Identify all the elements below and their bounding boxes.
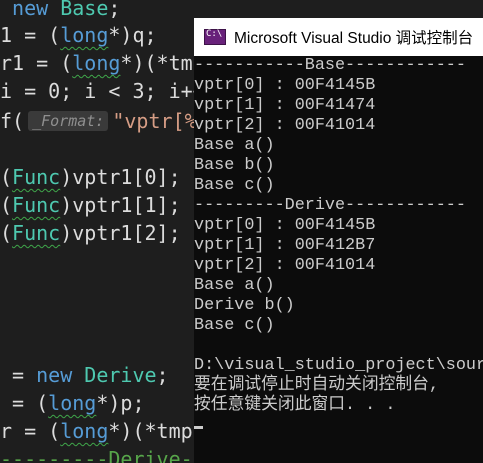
code-keyword: long xyxy=(48,391,97,415)
console-line-last: 按任意键关闭此窗口. . . xyxy=(194,396,483,416)
code-text: *)q; xyxy=(108,23,157,47)
code-text: r1 = ( xyxy=(0,51,73,75)
console-line: Base c() xyxy=(194,316,275,335)
console-output[interactable]: -----------Base------------ vptr[0] : 00… xyxy=(194,56,483,436)
console-line: vptr[1] : 00F412B7 xyxy=(194,236,376,255)
debug-console-window[interactable]: Microsoft Visual Studio 调试控制台 ----------… xyxy=(194,18,483,463)
console-line: vptr[0] : 00F4145B xyxy=(194,216,376,235)
parameter-hint: _Format: xyxy=(28,111,109,131)
console-line: vptr[2] : 00F41014 xyxy=(194,116,376,135)
text-cursor xyxy=(194,426,203,429)
code-text: f( xyxy=(0,109,25,133)
code-line-10: = (long*)p; xyxy=(0,390,145,416)
code-text: = ( xyxy=(0,391,49,415)
code-keyword: long xyxy=(60,419,109,443)
code-keyword: new xyxy=(36,363,73,387)
console-titlebar[interactable]: Microsoft Visual Studio 调试控制台 xyxy=(194,18,483,56)
code-line-5: f(_Format: "vptr[%d xyxy=(0,108,209,134)
console-line: Base c() xyxy=(194,176,275,195)
code-line-1: new Base; xyxy=(0,0,120,21)
code-keyword: long xyxy=(72,51,121,75)
code-line-2: 1 = (long*)q; xyxy=(0,22,157,48)
code-text: ; xyxy=(108,0,121,20)
console-title: Microsoft Visual Studio 调试控制台 xyxy=(234,30,474,47)
code-text: vptr1[1]; xyxy=(72,193,181,217)
console-line: vptr[0] : 00F4145B xyxy=(194,76,376,95)
code-line-12: ---------Derive--- xyxy=(0,446,217,463)
console-line: ---------Derive------------ xyxy=(194,196,466,215)
code-line-7: (Func)vptr1[1]; xyxy=(0,193,181,217)
code-text: vptr1[2]; xyxy=(72,221,181,245)
code-text: *)(*tmp xyxy=(120,51,205,75)
console-line: Base a() xyxy=(194,136,275,155)
code-text: i = 0; i < 3; i++ xyxy=(0,79,205,103)
code-text: *)(*tmp) xyxy=(108,419,205,443)
console-line: vptr[1] : 00F41474 xyxy=(194,96,376,115)
console-app-icon xyxy=(204,29,226,45)
console-line: vptr[2] : 00F41014 xyxy=(194,256,376,275)
code-type: Derive xyxy=(84,363,157,387)
code-type: Func xyxy=(12,193,61,217)
code-text: vptr1[0]; xyxy=(72,165,181,189)
code-line-6: (Func)vptr1[0]; xyxy=(0,165,181,189)
code-keyword: new xyxy=(12,0,49,20)
code-type: Func xyxy=(12,221,61,245)
code-text: 1 = ( xyxy=(0,23,61,47)
code-text: = xyxy=(0,363,37,387)
console-line: Base a() xyxy=(194,276,275,295)
code-line-3: r1 = (long*)(*tmp xyxy=(0,50,205,76)
console-line: 按任意键关闭此窗口. . . xyxy=(194,396,396,415)
console-line: 要在调试停止时自动关闭控制台, xyxy=(194,376,440,395)
console-line: Derive b() xyxy=(194,296,295,315)
code-line-8: (Func)vptr1[2]; xyxy=(0,221,181,245)
code-comment: ---------Derive--- xyxy=(0,447,217,463)
code-line-11: r = (long*)(*tmp) xyxy=(0,418,205,444)
code-type: Func xyxy=(12,165,61,189)
code-line-9: = new Derive; xyxy=(0,362,169,388)
code-keyword: long xyxy=(60,23,109,47)
console-line: -----------Base------------ xyxy=(194,56,466,75)
console-prompt-line xyxy=(194,416,483,436)
code-line-4: i = 0; i < 3; i++ xyxy=(0,78,205,104)
code-type: Base xyxy=(60,0,109,20)
console-line: D:\visual_studio_project\sour xyxy=(194,356,483,375)
code-text: r = ( xyxy=(0,419,61,443)
code-text: ; xyxy=(156,363,169,387)
console-line: Base b() xyxy=(194,156,275,175)
code-text: *)p; xyxy=(96,391,145,415)
